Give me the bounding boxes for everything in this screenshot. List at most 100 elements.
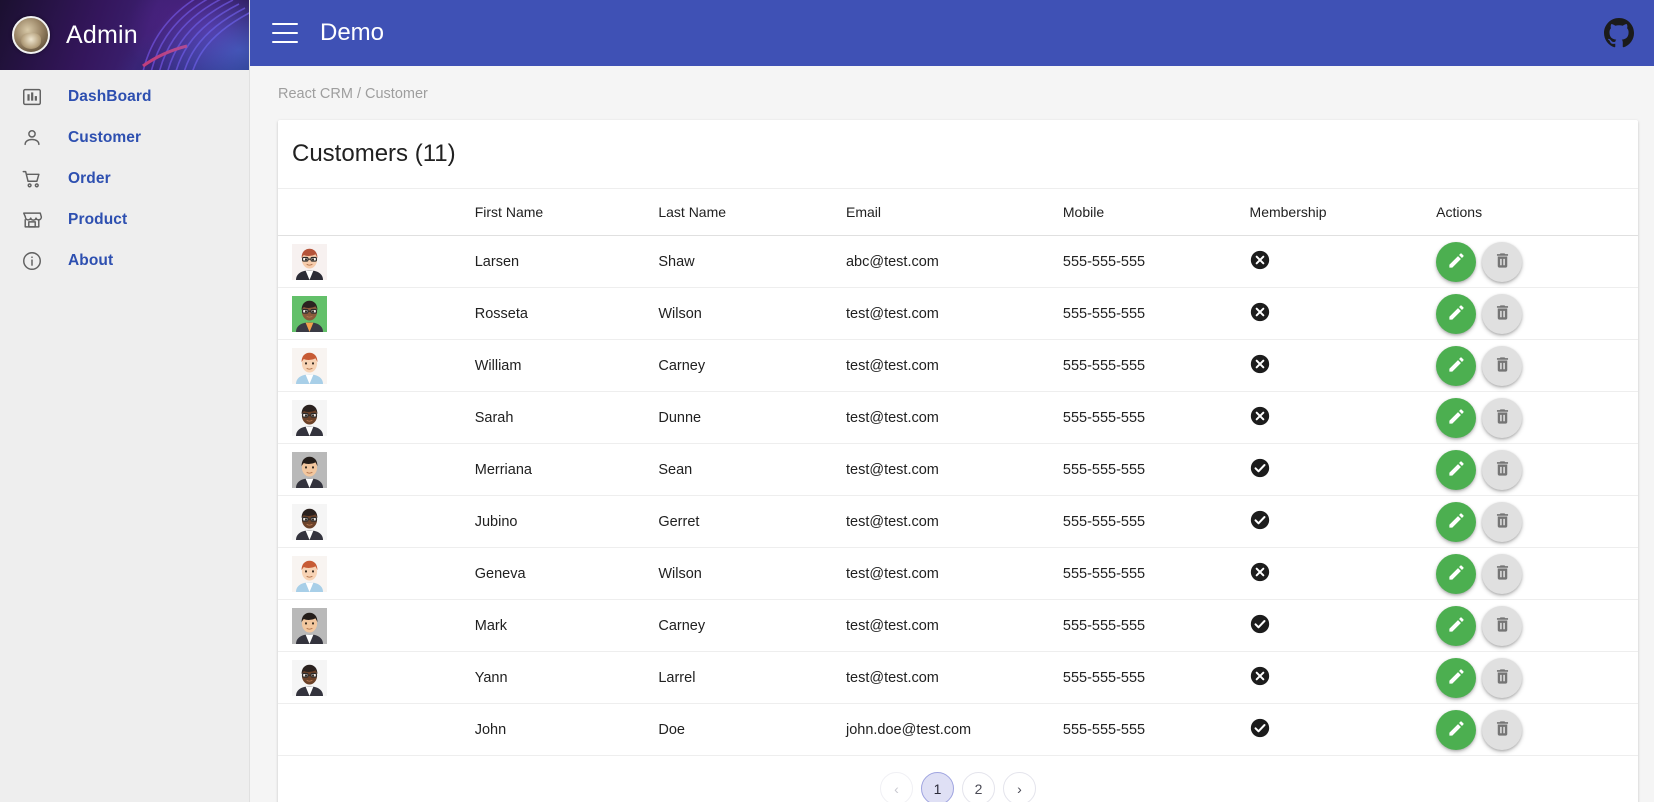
delete-button[interactable] (1482, 553, 1523, 594)
cell-actions (1436, 391, 1638, 444)
cell-last-name: Doe (658, 703, 846, 756)
sidebar: Admin DashBoard Customer Order Product A… (0, 0, 250, 802)
delete-button[interactable] (1482, 293, 1523, 334)
column-header-membership: Membership (1249, 188, 1437, 236)
membership-active-icon (1250, 614, 1270, 638)
edit-icon (1447, 407, 1466, 429)
cell-actions (1436, 235, 1638, 288)
breadcrumb: React CRM / Customer (278, 86, 428, 102)
edit-button[interactable] (1436, 345, 1477, 386)
row-actions (1436, 553, 1630, 594)
delete-button[interactable] (1482, 657, 1523, 698)
table-row: Merriana Sean test@test.com 555-555-555 (278, 443, 1638, 496)
cell-first-name: Merriana (474, 443, 659, 496)
row-actions (1436, 293, 1630, 334)
cell-last-name: Carney (658, 339, 846, 392)
cell-last-name: Gerret (658, 495, 846, 548)
delete-button[interactable] (1482, 241, 1523, 282)
cell-actions (1436, 651, 1638, 704)
avatar-woman-red-hair-glasses (292, 243, 327, 280)
avatar-man-dark-skin-glasses (292, 399, 327, 436)
avatar-placeholder (292, 712, 327, 748)
membership-active-icon (1250, 458, 1270, 482)
edit-button[interactable] (1436, 397, 1477, 438)
sidebar-item-order[interactable]: Order (0, 158, 249, 199)
pagination: ‹ 1 2 › (278, 756, 1638, 802)
cell-first-name: John (474, 703, 659, 756)
cell-mobile: 555-555-555 (1062, 391, 1250, 444)
table-body: Larsen Shaw abc@test.com 555-555-555 Ros… (278, 235, 1638, 756)
pagination-next-button[interactable]: › (1003, 772, 1036, 802)
info-circle-icon (12, 250, 52, 272)
column-header-email: Email (845, 188, 1063, 236)
delete-button[interactable] (1482, 501, 1523, 542)
row-actions (1436, 397, 1630, 438)
membership-inactive-icon (1250, 250, 1270, 274)
edit-button[interactable] (1436, 709, 1477, 750)
main-region: Demo React CRM / Customer Customers (11)… (250, 0, 1654, 802)
pagination-page-2[interactable]: 2 (962, 772, 995, 802)
cell-mobile: 555-555-555 (1062, 339, 1250, 392)
edit-icon (1447, 303, 1466, 325)
delete-button[interactable] (1482, 709, 1523, 750)
cell-email: test@test.com (845, 443, 1063, 496)
membership-inactive-icon (1250, 302, 1270, 326)
cell-first-name: Larsen (474, 235, 659, 288)
row-actions (1436, 345, 1630, 386)
cell-avatar (278, 495, 475, 548)
customers-card: Customers (11) First Name Last Name Emai… (278, 120, 1638, 802)
cell-email: abc@test.com (845, 235, 1063, 288)
cell-last-name: Sean (658, 443, 846, 496)
github-icon[interactable] (1602, 16, 1636, 50)
delete-button[interactable] (1482, 605, 1523, 646)
sidebar-profile-banner: Admin (0, 0, 249, 70)
edit-button[interactable] (1436, 657, 1477, 698)
edit-button[interactable] (1436, 241, 1477, 282)
cell-membership (1249, 547, 1437, 600)
row-actions (1436, 449, 1630, 490)
edit-button[interactable] (1436, 293, 1477, 334)
membership-inactive-icon (1250, 562, 1270, 586)
hamburger-menu-icon[interactable] (272, 23, 298, 43)
edit-button[interactable] (1436, 449, 1477, 490)
avatar-man-dark-skin-glasses-3 (292, 659, 327, 696)
column-header-first-name: First Name (474, 188, 659, 236)
app-title: Demo (320, 19, 385, 46)
delete-button[interactable] (1482, 449, 1523, 490)
edit-icon (1447, 615, 1466, 637)
cell-avatar (278, 703, 475, 756)
sidebar-item-about[interactable]: About (0, 240, 249, 281)
table-row: Mark Carney test@test.com 555-555-555 (278, 599, 1638, 652)
table-header-row: First Name Last Name Email Mobile Member… (278, 188, 1638, 236)
cell-first-name: Geneva (474, 547, 659, 600)
shopping-cart-icon (12, 168, 52, 190)
pagination-prev-button[interactable]: ‹ (880, 772, 913, 802)
customers-table: First Name Last Name Email Mobile Member… (278, 188, 1638, 756)
row-actions (1436, 657, 1630, 698)
pagination-page-1[interactable]: 1 (921, 772, 954, 802)
cell-email: test@test.com (845, 547, 1063, 600)
delete-button[interactable] (1482, 397, 1523, 438)
table-row: Jubino Gerret test@test.com 555-555-555 (278, 495, 1638, 548)
sidebar-item-dashboard[interactable]: DashBoard (0, 76, 249, 117)
delete-icon (1493, 511, 1512, 533)
cell-avatar (278, 443, 475, 496)
row-actions (1436, 709, 1630, 750)
sidebar-item-customer[interactable]: Customer (0, 117, 249, 158)
cell-actions (1436, 547, 1638, 600)
avatar-man-red-hair-blue-shirt-2 (292, 555, 327, 592)
cell-last-name: Carney (658, 599, 846, 652)
delete-button[interactable] (1482, 345, 1523, 386)
edit-icon (1447, 459, 1466, 481)
column-header-last-name: Last Name (658, 188, 846, 236)
sidebar-item-product[interactable]: Product (0, 199, 249, 240)
profile-name: Admin (66, 20, 138, 49)
cell-membership (1249, 703, 1437, 756)
edit-button[interactable] (1436, 501, 1477, 542)
delete-icon (1493, 667, 1512, 689)
delete-icon (1493, 719, 1512, 741)
delete-icon (1493, 459, 1512, 481)
edit-button[interactable] (1436, 553, 1477, 594)
edit-button[interactable] (1436, 605, 1477, 646)
content-area: React CRM / Customer Customers (11) Firs… (250, 66, 1654, 802)
